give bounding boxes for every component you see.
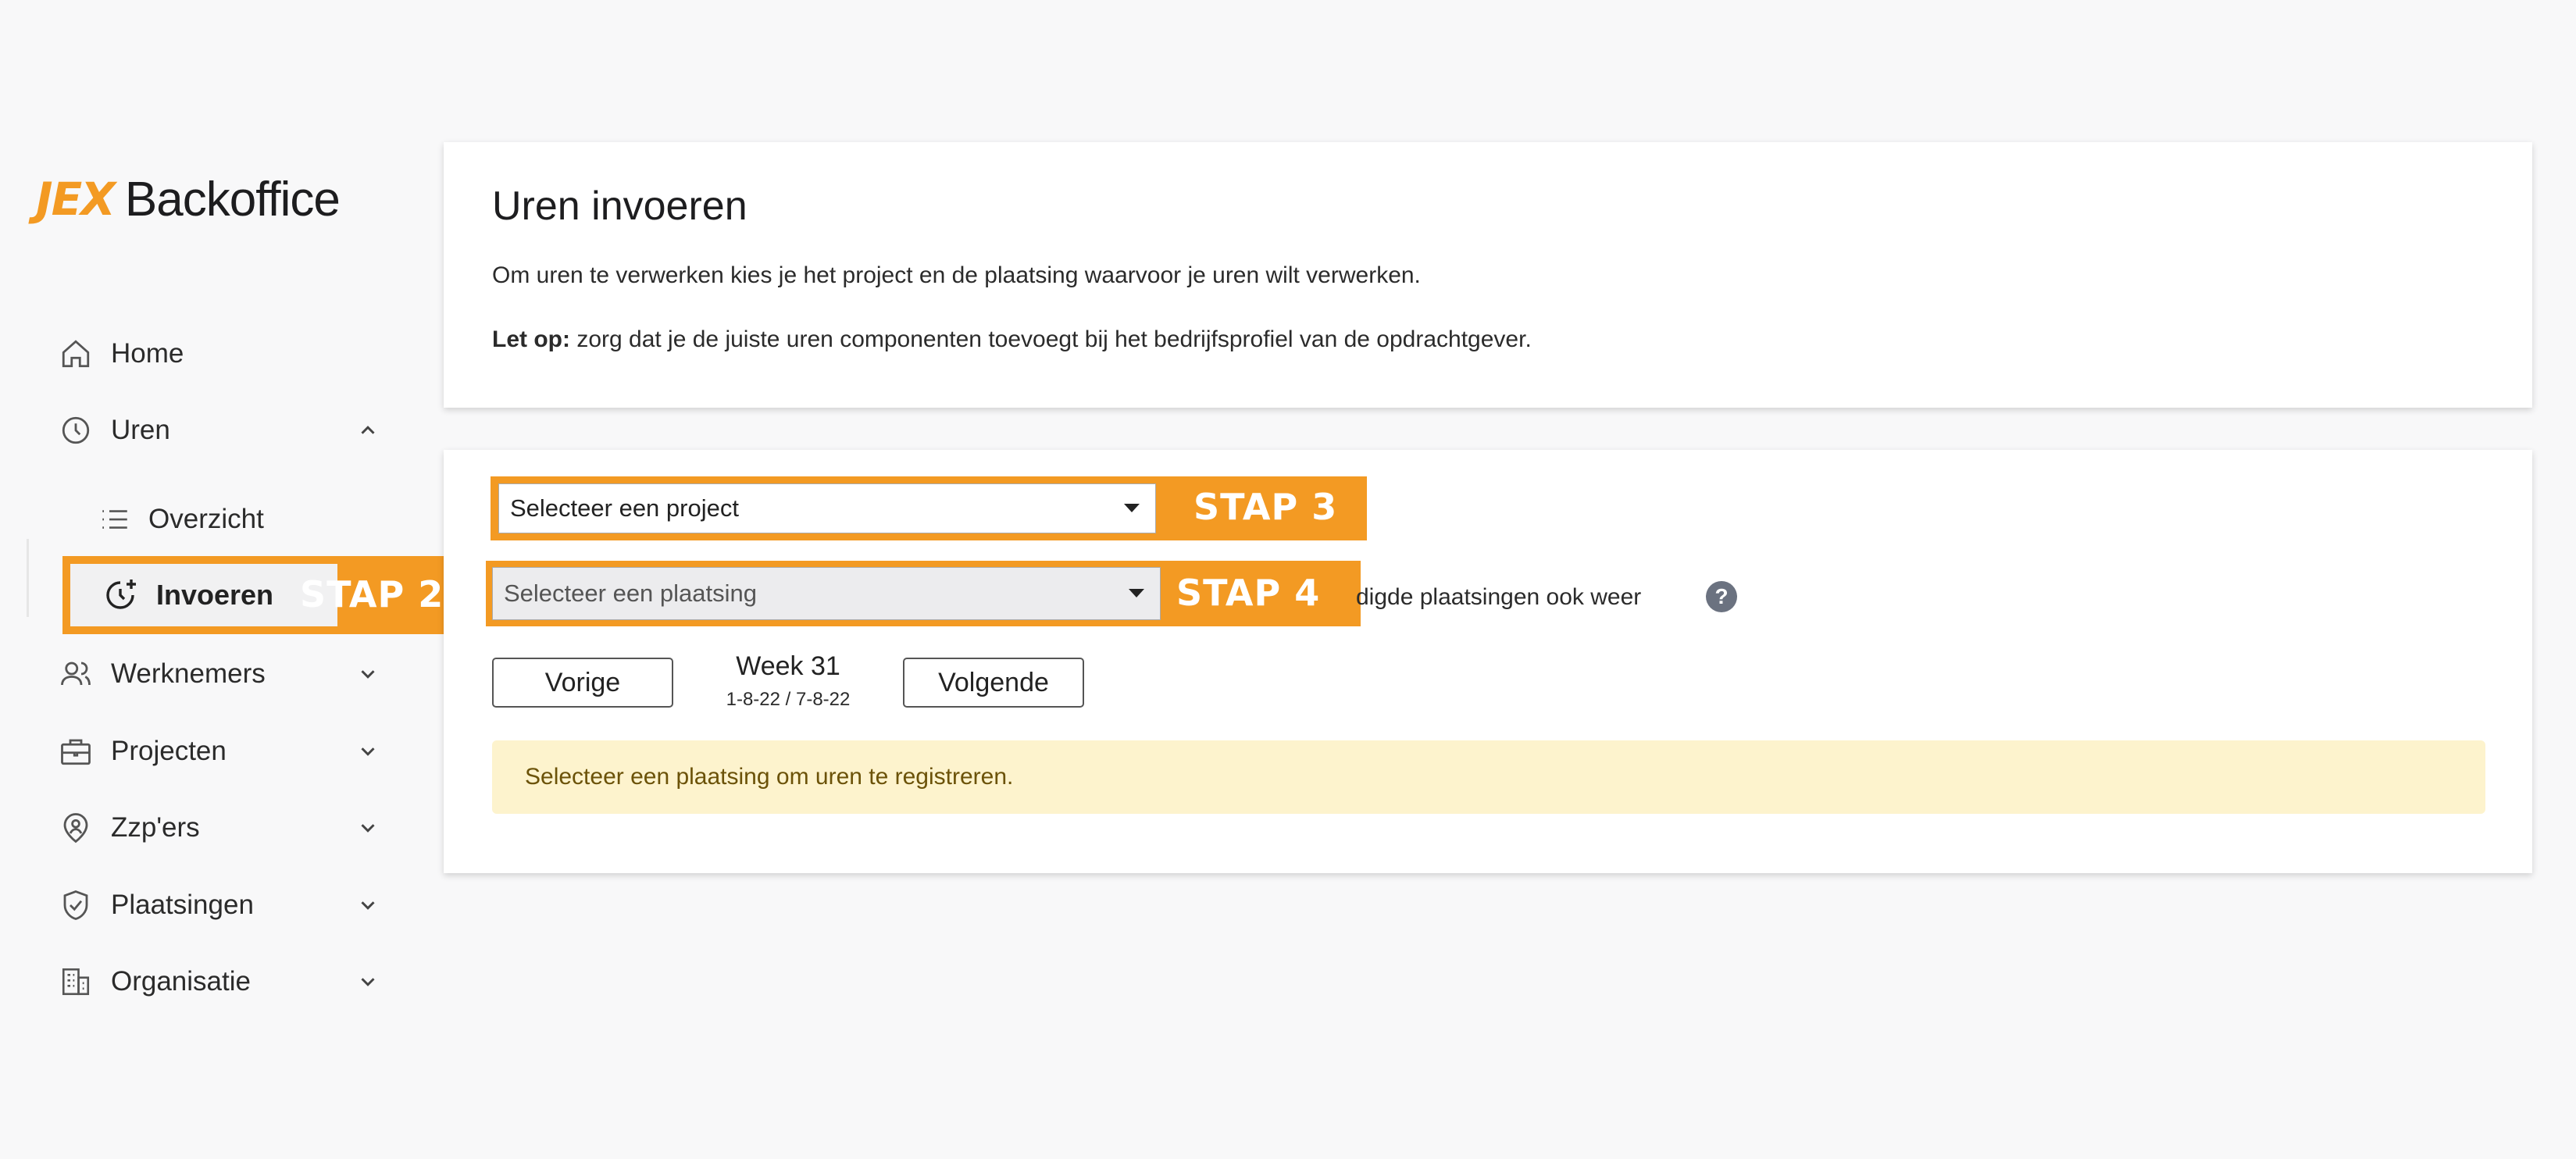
users-icon: [61, 662, 91, 686]
sidebar-item-zzpers[interactable]: Zzp'ers: [59, 801, 380, 855]
help-icon[interactable]: ?: [1706, 581, 1737, 612]
clock-plus-icon: [106, 580, 136, 609]
sidebar-item-label: Uren: [111, 415, 170, 445]
plaatsing-select-value: Selecteer een plaatsing: [504, 580, 758, 607]
sidebar-subitem-label: Overzicht: [148, 504, 264, 534]
stap4-label: STAP 4: [1176, 572, 1321, 614]
week-date-range: 1-8-22 / 7-8-22: [726, 689, 851, 710]
project-select-value: Selecteer een project: [510, 494, 739, 522]
sidebar-item-home[interactable]: Home: [59, 326, 380, 381]
sidebar-item-label: Zzp'ers: [111, 812, 200, 843]
sidebar-item-label: Organisatie: [111, 966, 251, 997]
location-person-icon: [63, 813, 88, 843]
active-indicator: [27, 539, 29, 617]
note-body: zorg dat je de juiste uren componenten t…: [569, 326, 1532, 352]
caret-down-icon: [1124, 504, 1140, 512]
chevron-down-icon[interactable]: [356, 740, 380, 763]
logo-text: Backoffice: [124, 172, 341, 226]
caret-down-icon: [1129, 589, 1144, 597]
chevron-up-icon[interactable]: [356, 419, 380, 442]
chevron-down-icon[interactable]: [356, 893, 380, 917]
sidebar-item-organisatie[interactable]: Organisatie: [59, 954, 380, 1009]
next-week-button[interactable]: Volgende: [903, 658, 1084, 708]
page-title: Uren invoeren: [492, 184, 747, 229]
sidebar-item-uren[interactable]: Uren: [59, 403, 380, 458]
note-text: Let op: zorg dat je de juiste uren compo…: [492, 326, 1532, 353]
sidebar-item-label: Home: [111, 338, 184, 369]
home-icon: [62, 340, 90, 368]
sidebar-subitem-label: Invoeren: [156, 579, 274, 611]
briefcase-icon: [61, 739, 91, 765]
chevron-down-icon[interactable]: [356, 662, 380, 686]
stap3-highlight: Selecteer een project STAP 3: [491, 476, 1367, 540]
sidebar-item-plaatsingen[interactable]: Plaatsingen: [59, 878, 380, 933]
sidebar-subitem-invoeren[interactable]: Invoeren: [70, 564, 337, 626]
intro-card: Uren invoeren Om uren te verwerken kies …: [444, 142, 2532, 408]
stap2-highlight: Invoeren STAP 2: [62, 556, 475, 634]
list-icon: [102, 510, 127, 529]
sidebar-item-projecten[interactable]: Projecten: [59, 724, 380, 779]
stap3-label: STAP 3: [1193, 486, 1338, 528]
clock-icon: [62, 416, 90, 444]
hours-form-card: Selecteer een project STAP 3 Selecteer e…: [444, 450, 2532, 873]
chevron-down-icon[interactable]: [356, 816, 380, 840]
logo-mark: JEX: [36, 173, 116, 226]
note-label: Let op:: [492, 326, 570, 352]
sidebar-item-label: Projecten: [111, 736, 227, 766]
info-alert: Selecteer een plaatsing om uren te regis…: [492, 740, 2485, 814]
sidebar-item-label: Plaatsingen: [111, 890, 254, 920]
sidebar-item-werknemers[interactable]: Werknemers: [59, 647, 380, 701]
shield-check-icon: [63, 890, 88, 920]
previous-week-button[interactable]: Vorige: [492, 658, 673, 708]
app-logo[interactable]: JEX Backoffice: [36, 172, 341, 226]
info-alert-text: Selecteer een plaatsing om uren te regis…: [525, 764, 1014, 790]
intro-text: Om uren te verwerken kies je het project…: [492, 262, 1421, 288]
plaatsing-select[interactable]: Selecteer een plaatsing: [492, 567, 1161, 620]
week-number: Week 31: [736, 651, 840, 681]
building-icon: [62, 968, 90, 996]
stap2-label: STAP 2: [300, 573, 444, 615]
sidebar-item-label: Werknemers: [111, 658, 266, 689]
sidebar-subitem-overzicht[interactable]: Overzicht: [98, 492, 264, 547]
chevron-down-icon[interactable]: [356, 970, 380, 993]
stap4-highlight: Selecteer een plaatsing STAP 4: [486, 561, 1361, 626]
show-ended-placements-label[interactable]: digde plaatsingen ook weer: [1356, 584, 1641, 611]
project-select[interactable]: Selecteer een project: [498, 483, 1156, 533]
